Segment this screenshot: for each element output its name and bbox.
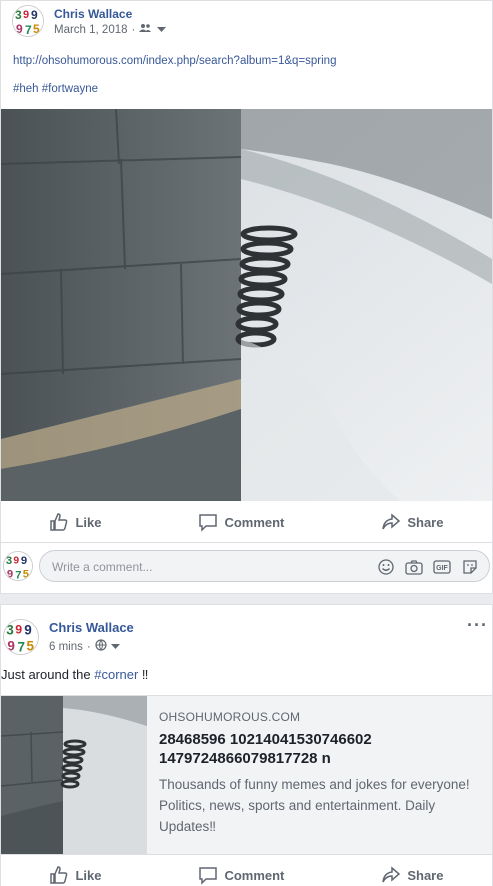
gif-icon[interactable]: GIF	[433, 558, 451, 576]
share-arrow-icon	[382, 866, 401, 883]
post-hashtags[interactable]: #heh #fortwayne	[13, 83, 98, 95]
svg-text:7: 7	[18, 640, 26, 655]
post-text-suffix: ‼	[138, 667, 149, 682]
sticker-icon[interactable]	[461, 558, 479, 576]
post-actions: Like Comment Share	[1, 502, 492, 542]
like-button[interactable]: Like	[49, 512, 101, 532]
chevron-down-icon[interactable]	[157, 24, 167, 36]
preview-info: OHSOHUMOROUS.COM 28468596 10214041530746…	[159, 710, 489, 837]
svg-text:3: 3	[6, 555, 12, 567]
more-options-button[interactable]: ···	[467, 615, 488, 636]
post-actions: Like Comment Share	[1, 855, 492, 886]
feed-post: 3 9 9 9 7 5 Chris Wallace March 1, 2018 …	[0, 0, 493, 594]
share-label: Share	[407, 514, 444, 530]
emoji-icon[interactable]	[377, 558, 395, 576]
like-label: Like	[75, 514, 102, 530]
comment-placeholder: Write a comment...	[52, 560, 153, 574]
comment-bubble-icon	[199, 514, 218, 532]
share-button[interactable]: Share	[381, 512, 443, 532]
preview-domain: OHSOHUMOROUS.COM	[159, 710, 301, 724]
author-avatar[interactable]: 3 9 9 9 7 5	[12, 5, 44, 37]
post-date[interactable]: March 1, 2018	[54, 24, 128, 36]
share-label: Share	[407, 867, 444, 883]
svg-text:5: 5	[27, 638, 35, 653]
globe-icon[interactable]	[95, 639, 107, 654]
commenter-avatar[interactable]: 3 9 9 9 7 5	[3, 551, 33, 581]
svg-text:9: 9	[24, 623, 32, 638]
post-meta: 6 mins ·	[49, 639, 120, 654]
author-name[interactable]: Chris Wallace	[54, 7, 132, 21]
svg-text:9: 9	[21, 555, 27, 567]
author-name[interactable]: Chris Wallace	[49, 620, 134, 635]
post-time[interactable]: 6 mins	[49, 641, 83, 653]
camera-icon[interactable]	[405, 558, 423, 576]
share-button[interactable]: Share	[381, 865, 443, 885]
svg-text:9: 9	[13, 555, 19, 566]
hashtag-link[interactable]: #corner	[94, 667, 138, 682]
thumbs-up-icon	[50, 513, 68, 531]
comment-button[interactable]: Comment	[198, 512, 284, 532]
comment-bubble-icon	[199, 867, 218, 885]
svg-text:GIF: GIF	[436, 565, 448, 572]
comment-tools: GIF	[377, 558, 479, 576]
svg-text:5: 5	[33, 22, 40, 36]
separator: ·	[86, 640, 91, 653]
post-text-prefix: Just around the	[1, 667, 95, 682]
like-button[interactable]: Like	[49, 865, 101, 885]
post-text: Just around the #corner ‼	[1, 667, 148, 682]
svg-text:7: 7	[25, 23, 32, 37]
preview-title[interactable]: 28468596 10214041530746602 1479724866079…	[159, 730, 489, 768]
thumbs-up-icon	[50, 866, 68, 884]
svg-text:9: 9	[23, 9, 29, 21]
comment-label: Comment	[224, 514, 285, 530]
post-photo[interactable]	[1, 109, 492, 501]
svg-text:9: 9	[16, 22, 23, 36]
like-label: Like	[75, 867, 102, 883]
svg-text:3: 3	[15, 8, 22, 22]
preview-thumbnail[interactable]	[1, 696, 147, 854]
feed-post: 3 9 9 9 7 5 Chris Wallace 6 mins · ··· J…	[0, 604, 493, 886]
svg-text:9: 9	[15, 623, 22, 637]
comment-composer: 3 9 9 9 7 5 Write a comment... GIF	[1, 542, 492, 586]
post-meta: March 1, 2018 ·	[54, 23, 167, 36]
svg-text:3: 3	[6, 623, 14, 638]
svg-text:9: 9	[7, 568, 13, 580]
share-arrow-icon	[382, 513, 401, 530]
friends-icon[interactable]	[139, 23, 153, 36]
comment-input[interactable]: Write a comment... GIF	[39, 550, 490, 582]
comment-button[interactable]: Comment	[198, 865, 284, 885]
author-avatar[interactable]: 3 9 9 9 7 5	[3, 619, 39, 655]
link-preview[interactable]: OHSOHUMOROUS.COM 28468596 10214041530746…	[1, 695, 492, 855]
chevron-down-icon[interactable]	[110, 641, 120, 653]
svg-text:9: 9	[31, 8, 38, 22]
comment-label: Comment	[224, 867, 285, 883]
svg-text:7: 7	[15, 569, 21, 581]
preview-description: Thousands of funny memes and jokes for e…	[159, 777, 470, 834]
svg-text:5: 5	[23, 568, 29, 580]
separator: ·	[131, 23, 136, 36]
svg-text:9: 9	[7, 638, 15, 653]
post-link[interactable]: http://ohsohumorous.com/index.php/search…	[13, 55, 336, 67]
